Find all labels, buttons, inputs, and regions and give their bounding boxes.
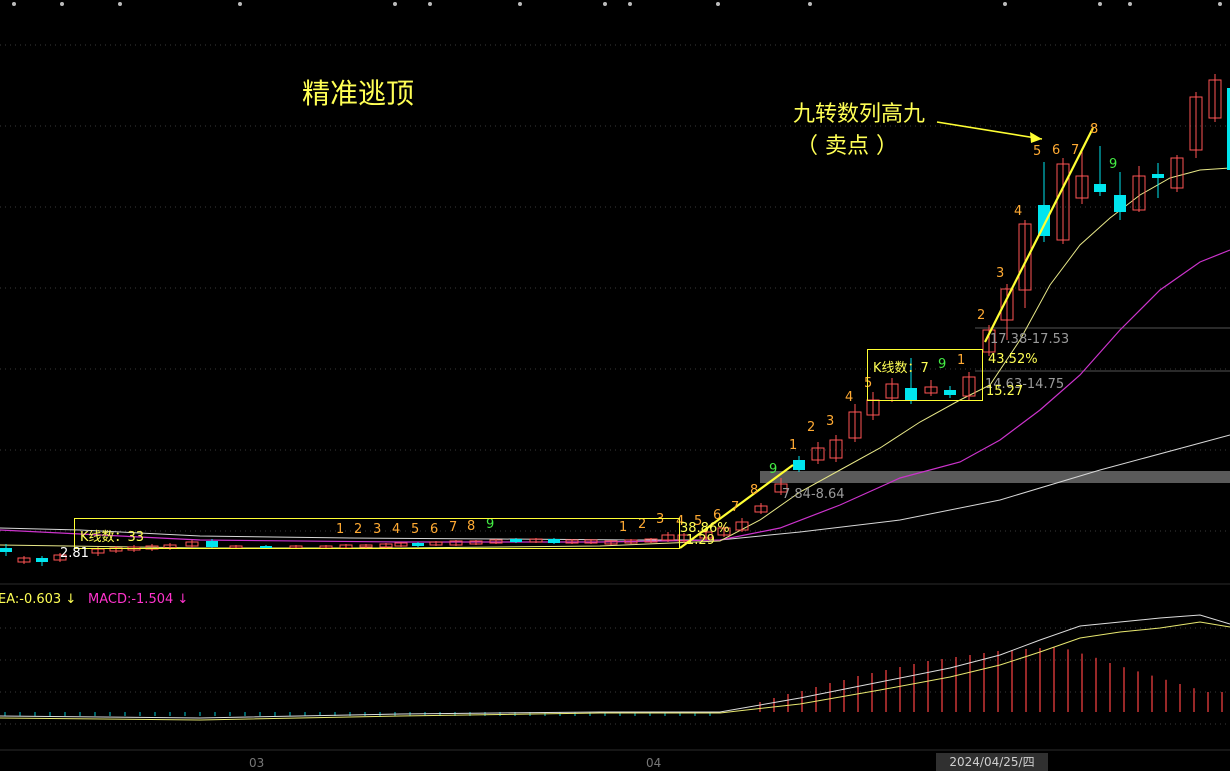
macd-yellow-line bbox=[0, 621, 1230, 721]
count-label: 1 bbox=[789, 438, 798, 453]
count-label: 4 bbox=[1014, 204, 1023, 219]
count-label: 3 bbox=[826, 414, 835, 429]
count-label: 2 bbox=[977, 308, 986, 323]
count-label: 8 bbox=[1090, 122, 1099, 137]
candle-body[interactable] bbox=[1094, 184, 1106, 192]
headline-title: 精准逃顶 bbox=[302, 77, 415, 110]
annotation-line-1: 九转数列高九 bbox=[793, 102, 926, 127]
arrow-head-icon bbox=[1030, 132, 1042, 143]
candle-body[interactable] bbox=[36, 558, 48, 562]
candle-body[interactable] bbox=[0, 548, 12, 552]
count-label: 3 bbox=[996, 266, 1005, 281]
count-label: 6 bbox=[1052, 143, 1061, 158]
count-label: 5 bbox=[1033, 144, 1042, 159]
count-label: 9 bbox=[1109, 157, 1118, 172]
price-band-label: 17.38-17.53 bbox=[990, 332, 1070, 347]
annotation-line-2: （ 卖点 ） bbox=[796, 134, 898, 159]
crosshair-date-label: 2024/04/25/四 bbox=[936, 753, 1048, 771]
macd-value: MACD:-1.504 ↓ bbox=[88, 592, 189, 607]
count-label: 7 bbox=[1071, 143, 1080, 158]
candle-body[interactable] bbox=[793, 460, 805, 470]
count-label: 2 bbox=[807, 420, 816, 435]
macd-ea-value: EA:-0.603 ↓ bbox=[0, 592, 77, 607]
trend-line bbox=[984, 127, 1094, 343]
x-axis-tick: 03 bbox=[249, 756, 265, 770]
candle-body[interactable] bbox=[1152, 174, 1164, 178]
count-label: 7 bbox=[731, 500, 740, 515]
start-value-label: 15.27 bbox=[986, 384, 1024, 399]
count-label: 4 bbox=[845, 390, 854, 405]
price-band-label: 7.84-8.64 bbox=[782, 487, 845, 502]
kline-count-label: K线数：33 bbox=[80, 530, 145, 545]
macd-histogram bbox=[4, 647, 1223, 716]
count-label: 8 bbox=[750, 483, 759, 498]
kline-range-box[interactable] bbox=[74, 518, 680, 549]
candlestick-series[interactable] bbox=[0, 55, 1230, 566]
candle-body[interactable] bbox=[1114, 195, 1126, 212]
count-label: 9 bbox=[769, 462, 778, 477]
low-price-label: 2.81 bbox=[60, 546, 89, 561]
gain-percent-label: 43.52% bbox=[988, 352, 1038, 367]
macd-white-line bbox=[0, 614, 1230, 719]
kline-count-label: K线数：7 bbox=[873, 361, 929, 376]
annotation-arrow bbox=[936, 121, 1043, 140]
top-tick-markers bbox=[12, 2, 1222, 6]
start-value-label: 1.29 bbox=[686, 533, 715, 548]
x-axis-tick: 04 bbox=[646, 756, 662, 770]
support-band bbox=[760, 471, 1230, 483]
